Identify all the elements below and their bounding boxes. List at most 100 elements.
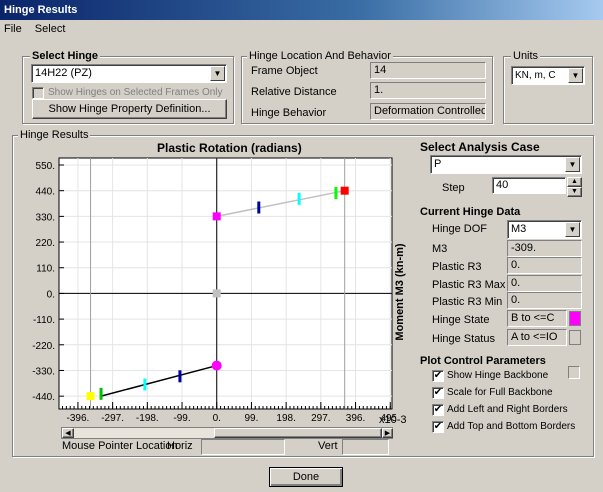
plot-marker-bar [143,378,147,391]
plastic-r3-max-label: Plastic R3 Max [432,279,506,291]
window-title: Hinge Results [0,0,603,20]
y-tick-label: 330. [36,212,55,223]
plot-marker-bar [297,192,301,205]
horiz-value [201,439,285,455]
plastic-r3-min-label: Plastic R3 Min [432,296,503,308]
plot-marker-bar [334,187,338,200]
x-tick-label: 99. [244,413,258,424]
hinge-select[interactable]: 14H22 (PZ) ▼ [31,64,227,83]
y-tick-label: 0. [47,289,55,300]
backbone-color-swatch[interactable] [568,366,580,379]
hinge-results-group-label: Hinge Results [18,129,91,141]
x-tick-label: -99. [173,413,190,424]
mouse-pointer-label: Mouse Pointer Location [62,440,178,452]
vert-value [342,439,389,455]
analysis-case-heading: Select Analysis Case [420,140,540,154]
chevron-down-icon[interactable]: ▼ [568,68,583,83]
hinge-location-group-label: Hinge Location And Behavior [247,50,393,62]
chevron-down-icon[interactable]: ▼ [565,157,580,172]
hinge-behavior-label: Hinge Behavior [251,107,327,119]
units-select-value: KN, m, C [515,70,556,81]
plot-marker-bar [257,201,261,214]
hinge-dof-label: Hinge DOF [432,223,488,235]
step-input[interactable]: 40 [492,177,566,194]
plot-scrollbar[interactable]: ◀ ▶ [61,427,393,439]
x-tick-label: -198. [136,413,159,424]
x-tick-label: 396. [346,413,365,424]
hinge-select-value: 14H22 (PZ) [35,67,92,79]
show-hinge-property-button[interactable]: Show Hinge Property Definition... [32,99,227,119]
horiz-label: Horiz [167,440,193,452]
current-hinge-heading: Current Hinge Data [420,206,521,218]
show-selected-label: Show Hinges on Selected Frames Only [48,87,223,98]
plot-marker-square [340,186,349,195]
scale-full-label: Scale for Full Backbone [447,387,553,398]
scale-full-checkbox[interactable]: ✔ [432,387,444,399]
top-bottom-borders-checkbox[interactable]: ✔ [432,421,444,433]
hinge-behavior-value: Deformation Controlled [370,103,486,120]
hinge-status-value: A to <=IO [507,329,567,346]
plot-marker-square [86,392,95,401]
left-right-borders-label: Add Left and Right Borders [447,404,568,415]
scroll-left-button[interactable]: ◀ [62,428,74,438]
show-backbone-label: Show Hinge Backbone [447,370,549,381]
hinge-status-swatch [569,330,581,345]
plastic-r3-label: Plastic R3 [432,261,482,273]
plot-area [58,157,393,410]
select-hinge-group-label: Select Hinge [30,50,101,62]
x-tick-label: 297. [311,413,330,424]
hinge-state-value: B to <=C [507,310,567,327]
y-tick-label: 220. [36,238,55,249]
step-spinner[interactable]: ▲ ▼ [567,177,582,197]
x-tick-label: 198. [276,413,295,424]
analysis-case-select[interactable]: P ▼ [430,155,582,174]
y-tick-label: -330. [32,366,55,377]
y-tick-labels: 550. 440. 330. 220. 110. 0. -110. -220. -330. -44… [32,161,55,403]
scroll-thumb[interactable] [214,428,382,438]
x-tick-label: -297. [101,413,124,424]
plastic-r3-max-value: 0. [507,275,582,292]
x-tick-label: 0. [213,413,221,424]
m3-label: M3 [432,243,448,255]
menu-bar: File Select [0,20,603,38]
x-multiplier: x10-3 [379,414,407,426]
y-tick-label: 110. [36,264,55,275]
step-up-button[interactable]: ▲ [567,177,582,187]
plot-marker-bar [178,370,182,383]
hinge-status-label: Hinge Status [432,333,495,345]
plot-marker-square [212,289,221,298]
frame-object-value: 14 [370,62,486,79]
chevron-down-icon[interactable]: ▼ [565,222,580,237]
x-tick-labels: -396.-297.-198.-99.0.99.198.297.396.495. [67,413,396,424]
units-select[interactable]: KN, m, C ▼ [511,66,585,85]
scroll-right-button[interactable]: ▶ [382,428,393,438]
relative-distance-label: Relative Distance [251,86,337,98]
y-tick-label: -440. [32,392,55,403]
menu-select[interactable]: Select [35,23,66,35]
m3-value: -309. [507,240,582,257]
x-tick-label: -396. [67,413,90,424]
plot-marker-bar [99,387,103,400]
units-group-label: Units [511,50,541,62]
frame-object-label: Frame Object [251,65,318,77]
plot-marker-square [212,212,221,221]
y-tick-label: 550. [36,161,55,172]
left-right-borders-checkbox[interactable]: ✔ [432,404,444,416]
top-bottom-borders-label: Add Top and Bottom Borders [447,421,576,432]
plot-marker-dot [211,360,222,371]
done-button[interactable]: Done [269,467,343,487]
hinge-plot[interactable]: 550. 440. 330. 220. 110. 0. -110. -220. -330. -44… [16,150,396,428]
y-tick-label: -110. [33,315,55,326]
hinge-dof-value: M3 [511,223,527,235]
menu-file[interactable]: File [4,23,22,35]
hinge-state-label: Hinge State [432,314,490,326]
show-selected-checkbox[interactable] [32,87,44,99]
relative-distance-value: 1. [370,82,486,99]
plot-control-heading: Plot Control Parameters [420,355,546,367]
plastic-r3-value: 0. [507,257,582,274]
show-backbone-checkbox[interactable]: ✔ [432,370,444,382]
plastic-r3-min-value: 0. [507,292,582,309]
step-down-button[interactable]: ▼ [567,187,582,197]
hinge-dof-select[interactable]: M3 ▼ [507,220,582,239]
chevron-down-icon[interactable]: ▼ [210,66,225,81]
